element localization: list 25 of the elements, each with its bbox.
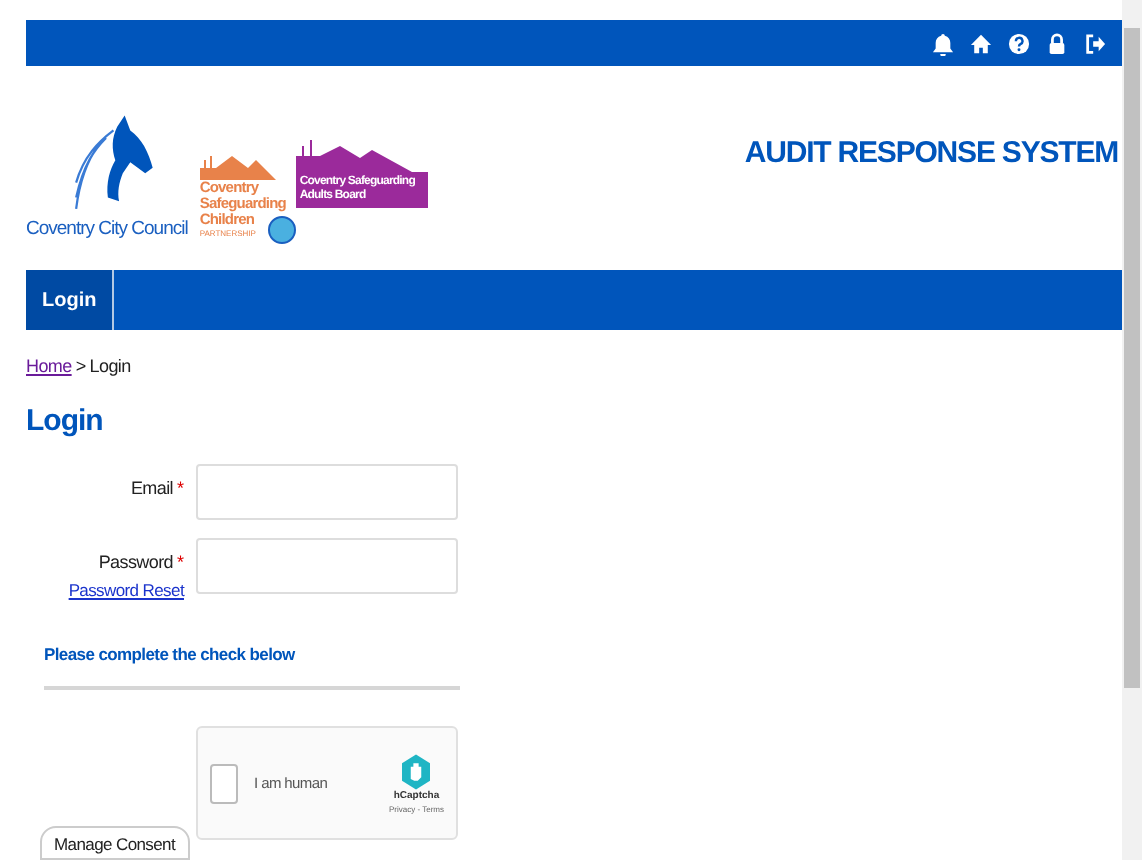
- manage-consent-button[interactable]: Manage Consent: [40, 826, 190, 860]
- logout-icon[interactable]: [1084, 31, 1106, 55]
- captcha-checkbox[interactable]: [210, 763, 238, 803]
- required-marker: *: [176, 551, 184, 573]
- lock-icon[interactable]: [1046, 31, 1068, 55]
- skyline-icon: [199, 151, 280, 180]
- scrollbar[interactable]: [1122, 0, 1142, 860]
- breadcrumb-link[interactable]: Home: [26, 354, 72, 381]
- breadcrumb-separator: >: [75, 354, 86, 380]
- required-marker: *: [176, 477, 184, 499]
- council-name: Coventry City Council: [26, 220, 188, 240]
- badge-icon: [267, 215, 296, 244]
- nav-tab[interactable]: Login: [26, 270, 115, 330]
- check-heading: Please complete the check below: [44, 642, 297, 668]
- input-field[interactable]: [196, 463, 458, 519]
- site-title: AUDIT RESPONSE SYSTEM: [744, 133, 1118, 174]
- password-reset-link[interactable]: Password Reset: [68, 577, 184, 603]
- breadcrumb-current: Login: [89, 354, 131, 380]
- home-icon[interactable]: [970, 31, 992, 55]
- help-icon[interactable]: [1008, 31, 1030, 55]
- input-field[interactable]: [196, 537, 458, 593]
- field-label: Password: [98, 551, 173, 573]
- field-label: Email: [130, 477, 173, 499]
- page-heading: Login: [26, 405, 105, 435]
- bell-icon[interactable]: [932, 31, 954, 55]
